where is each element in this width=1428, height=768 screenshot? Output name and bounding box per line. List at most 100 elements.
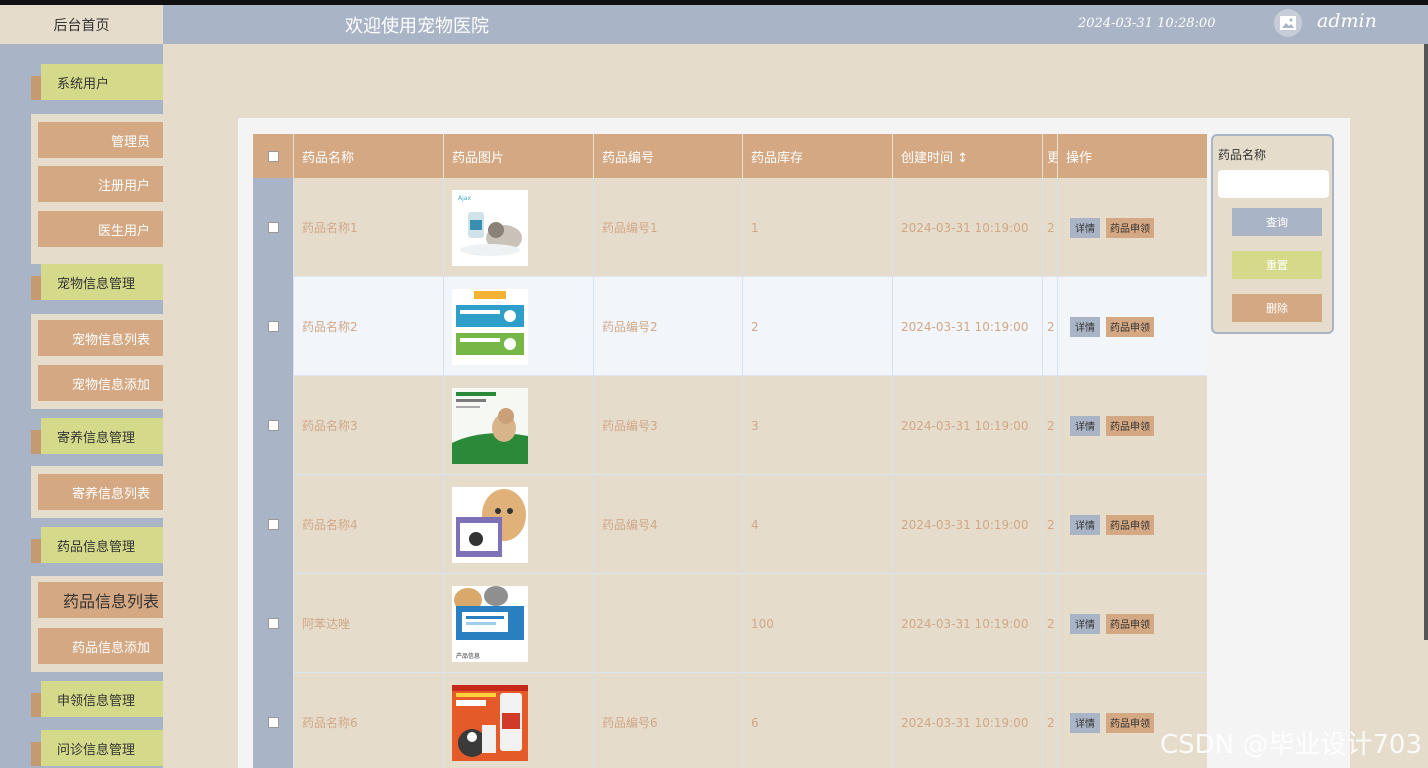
svg-text:Ajax: Ajax bbox=[458, 195, 471, 202]
table-row[interactable]: 阿苯达唑产品信息 100 2024-03-31 10:19:00 2 详情 药品申领 bbox=[253, 574, 1207, 673]
cell-drug-stock: 100 bbox=[743, 574, 893, 673]
row-checkbox[interactable] bbox=[267, 420, 279, 431]
sidebar-item-doctor-users[interactable]: 医生用户 bbox=[38, 211, 163, 247]
cell-actions: 详情 药品申领 bbox=[1058, 475, 1207, 574]
cell-truncated: 2 bbox=[1043, 673, 1058, 768]
cell-actions: 详情 药品申领 bbox=[1058, 277, 1207, 376]
svg-text:产品信息: 产品信息 bbox=[456, 652, 480, 660]
drug-thumbnail[interactable]: Ajax bbox=[452, 189, 528, 266]
username[interactable]: admin bbox=[1317, 10, 1377, 32]
cell-drug-image bbox=[444, 475, 594, 574]
drug-thumbnail[interactable] bbox=[452, 387, 528, 464]
apply-drug-button[interactable]: 药品申领 bbox=[1106, 514, 1154, 535]
sidebar-group-foster-info[interactable]: 寄养信息管理 bbox=[31, 418, 163, 454]
detail-button[interactable]: 详情 bbox=[1070, 712, 1100, 733]
header-created-time[interactable]: 创建时间 ↕ bbox=[893, 134, 1043, 178]
cell-drug-image bbox=[444, 673, 594, 768]
cell-drug-stock: 6 bbox=[743, 673, 893, 768]
cell-drug-code: 药品编号6 bbox=[594, 673, 743, 768]
table-row[interactable]: 药品名称6 药品编号6 6 2024-03-31 10:19:00 2 详情 药品申领 bbox=[253, 673, 1207, 768]
drug-thumbnail[interactable] bbox=[452, 684, 528, 761]
detail-button[interactable]: 详情 bbox=[1070, 415, 1100, 436]
cell-drug-name: 药品名称6 bbox=[294, 673, 444, 768]
sidebar-group-pet-info[interactable]: 宠物信息管理 bbox=[31, 264, 163, 300]
table-row[interactable]: 药品名称1 Ajax 药品编号1 1 2024-03-31 10:19:00 2 详情 药品申… bbox=[253, 178, 1207, 277]
header-drug-name[interactable]: 药品名称 bbox=[294, 134, 444, 178]
cell-truncated: 2 bbox=[1043, 178, 1058, 277]
apply-drug-button[interactable]: 药品申领 bbox=[1106, 415, 1154, 436]
header-actions: 操作 bbox=[1066, 150, 1093, 166]
header-drug-code[interactable]: 药品编号 bbox=[594, 134, 743, 178]
select-all-checkbox[interactable] bbox=[267, 150, 279, 162]
row-checkbox[interactable] bbox=[267, 519, 279, 530]
cell-drug-image: Ajax bbox=[444, 178, 594, 277]
cell-drug-image bbox=[444, 277, 594, 376]
sidebar-item-drug-list[interactable]: 药品信息列表 bbox=[38, 582, 163, 618]
table-header: 药品名称 药品图片 药品编号 药品库存 创建时间 ↕ 更 操作 bbox=[253, 134, 1207, 178]
detail-button[interactable]: 详情 bbox=[1070, 613, 1100, 634]
cell-truncated: 2 bbox=[1043, 277, 1058, 376]
drug-thumbnail[interactable] bbox=[452, 288, 528, 365]
sidebar-group-drug-info[interactable]: 药品信息管理 bbox=[31, 527, 163, 563]
row-select-cell bbox=[253, 178, 294, 277]
cell-truncated: 2 bbox=[1043, 574, 1058, 673]
cell-truncated: 2 bbox=[1043, 475, 1058, 574]
sidebar-item-pet-add[interactable]: 宠物信息添加 bbox=[38, 365, 163, 401]
cell-created-time: 2024-03-31 10:19:00 bbox=[893, 277, 1043, 376]
detail-button[interactable]: 详情 bbox=[1070, 316, 1100, 337]
cell-drug-image bbox=[444, 376, 594, 475]
cell-truncated: 2 bbox=[1043, 376, 1058, 475]
cell-created-time: 2024-03-31 10:19:00 bbox=[893, 574, 1043, 673]
cell-actions: 详情 药品申领 bbox=[1058, 376, 1207, 475]
row-select-cell bbox=[253, 475, 294, 574]
cell-drug-stock: 4 bbox=[743, 475, 893, 574]
row-checkbox[interactable] bbox=[267, 222, 279, 233]
search-label: 药品名称 bbox=[1218, 148, 1267, 162]
detail-button[interactable]: 详情 bbox=[1070, 514, 1100, 535]
sidebar-group-consult-info[interactable]: 问诊信息管理 bbox=[31, 730, 163, 766]
row-select-cell bbox=[253, 673, 294, 768]
table-row[interactable]: 药品名称3 药品编号3 3 2024-03-31 10:19:00 2 详情 药品申领 bbox=[253, 376, 1207, 475]
header-drug-image[interactable]: 药品图片 bbox=[444, 134, 594, 178]
detail-button[interactable]: 详情 bbox=[1070, 217, 1100, 238]
table-row[interactable]: 药品名称2 药品编号2 2 2024-03-31 10:19:00 2 详情 药品申领 bbox=[253, 277, 1207, 376]
row-checkbox[interactable] bbox=[267, 717, 279, 728]
cell-drug-code: 药品编号1 bbox=[594, 178, 743, 277]
cell-drug-name: 药品名称2 bbox=[294, 277, 444, 376]
row-select-cell bbox=[253, 376, 294, 475]
apply-drug-button[interactable]: 药品申领 bbox=[1106, 217, 1154, 238]
sidebar-item-registered-users[interactable]: 注册用户 bbox=[38, 166, 163, 202]
search-panel: 药品名称 查询 重置 删除 bbox=[1211, 134, 1334, 334]
cell-drug-code: 药品编号2 bbox=[594, 277, 743, 376]
row-checkbox[interactable] bbox=[267, 618, 279, 629]
header-drug-stock[interactable]: 药品库存 bbox=[743, 134, 893, 178]
cell-drug-code: 药品编号3 bbox=[594, 376, 743, 475]
row-checkbox[interactable] bbox=[267, 321, 279, 332]
sidebar-group-claim-info[interactable]: 申领信息管理 bbox=[31, 681, 163, 717]
cell-drug-name: 阿苯达唑 bbox=[294, 574, 444, 673]
apply-drug-button[interactable]: 药品申领 bbox=[1106, 613, 1154, 634]
sidebar-item-admin[interactable]: 管理员 bbox=[38, 122, 163, 158]
sidebar-item-drug-add[interactable]: 药品信息添加 bbox=[38, 628, 163, 664]
query-button[interactable]: 查询 bbox=[1232, 208, 1322, 236]
image-icon bbox=[1280, 16, 1296, 30]
apply-drug-button[interactable]: 药品申领 bbox=[1106, 712, 1154, 733]
delete-button[interactable]: 删除 bbox=[1232, 294, 1322, 322]
datetime: 2024-03-31 10:28:00 bbox=[1078, 16, 1216, 31]
header-truncated[interactable]: 更 bbox=[1043, 134, 1058, 178]
scrollbar[interactable] bbox=[1424, 44, 1428, 640]
sidebar-group-system-users[interactable]: 系统用户 bbox=[31, 64, 163, 100]
drug-thumbnail[interactable]: 产品信息 bbox=[452, 585, 528, 662]
reset-button[interactable]: 重置 bbox=[1232, 251, 1322, 279]
sidebar-item-pet-list[interactable]: 宠物信息列表 bbox=[38, 320, 163, 356]
avatar[interactable] bbox=[1274, 9, 1302, 37]
header: 后台首页 欢迎使用宠物医院 2024-03-31 10:28:00 admin bbox=[0, 5, 1428, 44]
sidebar-item-foster-list[interactable]: 寄养信息列表 bbox=[38, 474, 163, 510]
cell-drug-code bbox=[594, 574, 743, 673]
cell-actions: 详情 药品申领 bbox=[1058, 178, 1207, 277]
drug-thumbnail[interactable] bbox=[452, 486, 528, 563]
search-input[interactable] bbox=[1218, 170, 1329, 198]
apply-drug-button[interactable]: 药品申领 bbox=[1106, 316, 1154, 337]
table-row[interactable]: 药品名称4 药品编号4 4 2024-03-31 10:19:00 2 详情 药品申领 bbox=[253, 475, 1207, 574]
home-link[interactable]: 后台首页 bbox=[0, 5, 163, 44]
